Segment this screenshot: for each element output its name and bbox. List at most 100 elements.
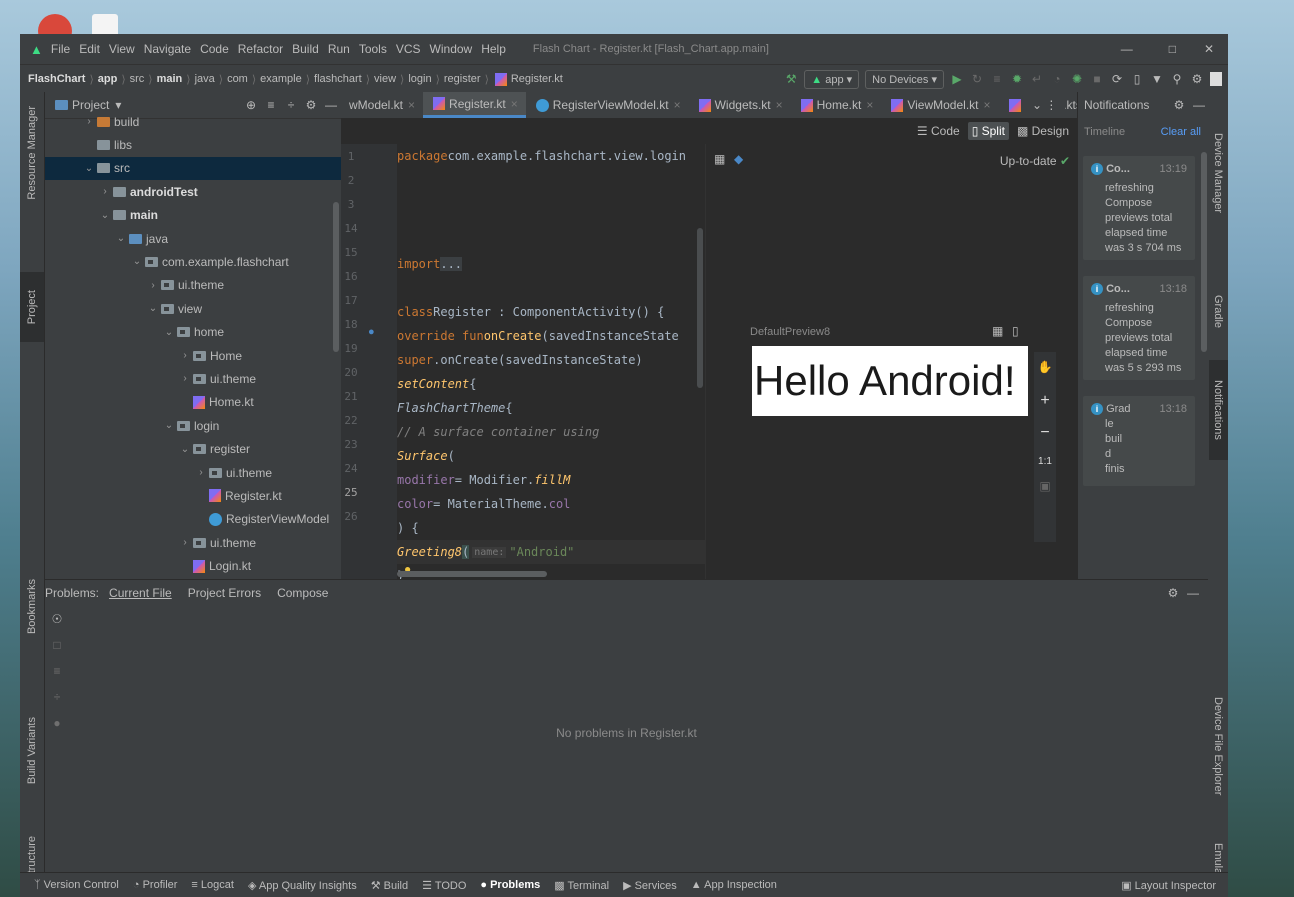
code-line-15[interactable]: class Register : ComponentActivity() {: [397, 300, 664, 324]
breadcrumb-view[interactable]: view: [374, 73, 396, 85]
pan-hand-icon[interactable]: ✋: [1038, 360, 1053, 374]
notification-card[interactable]: i Co... 13:19 refreshing Compose previews t…: [1083, 156, 1195, 260]
editor-tab[interactable]: Widgets.kt ×: [689, 92, 791, 118]
chevron-right-icon[interactable]: ›: [179, 350, 191, 361]
editor-tab[interactable]: Home.kt ×: [791, 92, 882, 118]
tree-node[interactable]: ⌄ com.example.flashchart: [45, 250, 341, 273]
todo-button[interactable]: ☰ TODO: [422, 879, 466, 892]
problems-hide-icon[interactable]: —: [1186, 586, 1200, 600]
menu-window[interactable]: Window: [430, 42, 473, 56]
editor-scrollbar[interactable]: [397, 571, 547, 577]
tab-bookmarks[interactable]: Bookmarks: [20, 572, 44, 642]
split-mode-button[interactable]: ▯ Split: [967, 122, 1009, 140]
tab-project-errors[interactable]: Project Errors: [188, 586, 261, 600]
tree-node[interactable]: › ui.theme: [45, 367, 341, 390]
tabs-overflow-icon[interactable]: ⌄ ⋮: [1024, 92, 1066, 118]
preview-interactive-icon[interactable]: ▦: [992, 324, 1003, 338]
zoom-out-button[interactable]: −: [1040, 424, 1049, 442]
code-line-25[interactable]: Greeting8(name: "Android": [397, 540, 705, 564]
tree-node[interactable]: › androidTest: [45, 180, 341, 203]
apply-changes-icon[interactable]: ↻: [970, 72, 984, 86]
expand-icon[interactable]: ≡: [53, 664, 60, 678]
breadcrumb-src[interactable]: src: [130, 73, 145, 85]
problems-button[interactable]: ● Problems: [480, 879, 540, 891]
app-quality-insights-button[interactable]: ◈ App Quality Insights: [248, 879, 357, 892]
breadcrumb-main[interactable]: main: [157, 73, 183, 85]
tree-node[interactable]: Register.kt: [45, 484, 341, 507]
breadcrumb-flashchart[interactable]: flashchart: [314, 73, 362, 85]
tab-compose[interactable]: Compose: [277, 586, 328, 600]
tree-node[interactable]: Home.kt: [45, 391, 341, 414]
close-tab-icon[interactable]: ×: [984, 98, 991, 112]
preview-layers-icon[interactable]: ◆: [734, 152, 743, 166]
chevron-right-icon[interactable]: ›: [179, 537, 191, 548]
editor-tab[interactable]: RegisterViewModel.kt ×: [526, 92, 689, 118]
chevron-down-icon[interactable]: ⌄: [115, 233, 127, 244]
tree-node[interactable]: › build: [45, 110, 341, 133]
tree-node[interactable]: ⌄ home: [45, 321, 341, 344]
settings-gear-icon[interactable]: ⚙: [1190, 72, 1204, 86]
chevron-down-icon[interactable]: ⌄: [147, 303, 159, 314]
search-icon[interactable]: ⚲: [1170, 72, 1184, 86]
design-mode-button[interactable]: ▩ Design: [1017, 124, 1069, 138]
tree-node[interactable]: › ui.theme: [45, 461, 341, 484]
tab-notifications[interactable]: Notifications: [1208, 360, 1228, 460]
chevron-down-icon[interactable]: ⌄: [83, 163, 95, 174]
code-line-24[interactable]: ) {: [397, 516, 419, 540]
chevron-right-icon[interactable]: ›: [83, 116, 95, 127]
notification-card[interactable]: i Grad 13:18 le buil d finis: [1083, 396, 1195, 486]
build-hammer-icon[interactable]: ⚒: [784, 72, 798, 86]
tree-node[interactable]: Login.kt: [45, 555, 341, 578]
debug-icon[interactable]: ✹: [1010, 72, 1024, 86]
tree-node[interactable]: ⌄ register: [45, 438, 341, 461]
breadcrumb-java[interactable]: java: [195, 73, 215, 85]
tree-node[interactable]: ⌄ view: [45, 297, 341, 320]
sync-gradle-icon[interactable]: ⟳: [1110, 72, 1124, 86]
chevron-down-icon[interactable]: ⌄: [163, 420, 175, 431]
sdk-manager-icon[interactable]: ▼: [1150, 72, 1164, 86]
menu-help[interactable]: Help: [481, 42, 506, 56]
breadcrumb-module[interactable]: app: [98, 73, 118, 85]
editor-tab[interactable]: ViewModel.kt ×: [881, 92, 998, 118]
chevron-down-icon[interactable]: ⌄: [131, 256, 143, 267]
attach-debugger-icon[interactable]: ↵: [1030, 72, 1044, 86]
menu-refactor[interactable]: Refactor: [238, 42, 283, 56]
eye-icon[interactable]: ☉: [52, 612, 63, 626]
logcat-button[interactable]: ≡ Logcat: [191, 879, 234, 891]
clear-all-link[interactable]: Clear all: [1161, 126, 1201, 138]
tree-node[interactable]: ⌄ src: [45, 156, 341, 180]
zoom-fit-icon[interactable]: ▣: [1039, 479, 1050, 493]
version-control-button[interactable]: ᛉ Version Control: [34, 879, 119, 891]
code-line-3[interactable]: import ...: [397, 252, 463, 276]
device-dropdown[interactable]: No Devices ▾: [865, 69, 944, 89]
menu-run[interactable]: Run: [328, 42, 350, 56]
tree-node[interactable]: libs: [45, 133, 341, 156]
tab-build-variants[interactable]: Build Variants: [20, 706, 44, 796]
code-mode-button[interactable]: ☰ Code: [917, 124, 960, 138]
maximize-icon[interactable]: □: [1169, 42, 1176, 56]
breadcrumb-project[interactable]: FlashChart: [28, 73, 85, 85]
tree-node[interactable]: › ui.theme: [45, 531, 341, 554]
profile-icon[interactable]: ◔: [1050, 72, 1064, 86]
menu-navigate[interactable]: Navigate: [144, 42, 191, 56]
code-line-16[interactable]: override fun onCreate (savedInstanceState: [397, 324, 679, 348]
breadcrumb-login[interactable]: login: [408, 73, 431, 85]
menu-build[interactable]: Build: [292, 42, 319, 56]
chevron-down-icon[interactable]: ⌄: [99, 210, 111, 221]
notifications-scrollbar[interactable]: [1201, 152, 1207, 352]
run-config-dropdown[interactable]: ▲ app ▾: [804, 69, 860, 89]
tab-gradle[interactable]: Gradle: [1208, 282, 1228, 342]
tree-node[interactable]: ⌄ login: [45, 414, 341, 437]
breadcrumb-example[interactable]: example: [260, 73, 302, 85]
breadcrumb-register[interactable]: register: [444, 73, 481, 85]
code-line-22[interactable]: modifier = Modifier. fillM: [397, 468, 570, 492]
code-line-21[interactable]: Surface(: [397, 444, 455, 468]
close-tab-icon[interactable]: ×: [866, 98, 873, 112]
terminal-button[interactable]: ▩ Terminal: [554, 879, 609, 892]
zoom-in-button[interactable]: +: [1040, 392, 1049, 410]
editor-vertical-scrollbar[interactable]: [697, 228, 703, 388]
chevron-right-icon[interactable]: ›: [147, 280, 159, 291]
close-tab-icon[interactable]: ×: [776, 98, 783, 112]
project-scrollbar[interactable]: [333, 202, 339, 352]
menu-view[interactable]: View: [109, 42, 135, 56]
